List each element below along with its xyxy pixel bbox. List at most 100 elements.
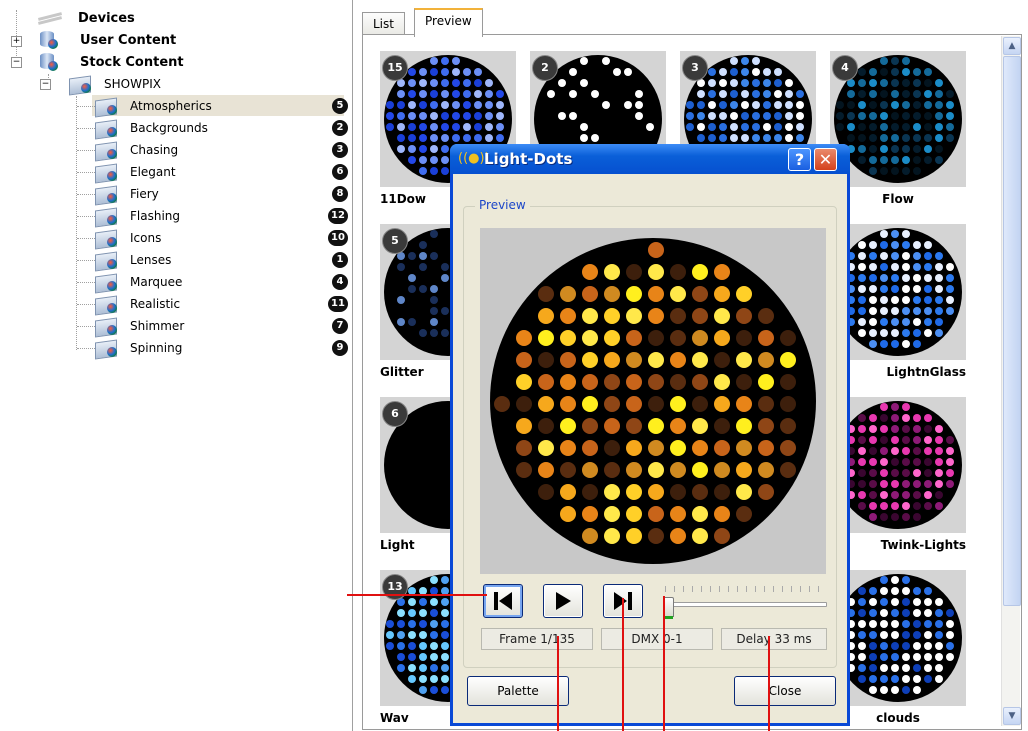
- slider-tick: [728, 586, 729, 592]
- count-badge: 12: [328, 208, 348, 224]
- scroll-up-icon[interactable]: ▲: [1003, 37, 1021, 55]
- tree-node-stock-content[interactable]: Stock Content: [38, 52, 184, 72]
- expand-icon[interactable]: +: [11, 36, 22, 47]
- tree-connector: [77, 282, 95, 283]
- effect-thumbnail[interactable]: 4: [830, 51, 966, 187]
- callout-line: [557, 636, 559, 731]
- slider-tick: [665, 586, 666, 592]
- tree-item[interactable]: Chasing: [94, 140, 178, 162]
- tree-connector: [77, 216, 95, 217]
- library-icon: [94, 272, 120, 294]
- scrollbar-thumb[interactable]: [1003, 56, 1021, 606]
- effect-label: Twink-Lights: [880, 538, 966, 552]
- count-badge: 6: [332, 164, 348, 180]
- first-frame-button[interactable]: [483, 584, 523, 618]
- effect-preview-disc: [834, 228, 962, 356]
- slider-tick: [710, 586, 711, 592]
- callout-line: [622, 598, 624, 731]
- slider-tick: [719, 586, 720, 592]
- callout-line: [768, 636, 770, 731]
- close-icon[interactable]: ✕: [814, 148, 837, 171]
- library-icon: [94, 316, 120, 338]
- effect-preview-disc: [834, 574, 962, 702]
- tree-item[interactable]: Fiery: [94, 184, 159, 206]
- tree-item-label: Backgrounds: [130, 121, 208, 135]
- tree-connector: [77, 150, 95, 151]
- devices-icon: [30, 11, 70, 25]
- tree-item-label: Spinning: [130, 341, 183, 355]
- tree-connector: [77, 106, 95, 107]
- scroll-down-icon[interactable]: ▼: [1003, 707, 1021, 725]
- tree-node-showpix[interactable]: SHOWPIX: [68, 74, 161, 96]
- tab-list[interactable]: List: [362, 12, 405, 35]
- play-button[interactable]: [543, 584, 583, 618]
- tree-connector: [77, 238, 95, 239]
- count-badge: 2: [332, 120, 348, 136]
- effect-number-badge: 5: [382, 228, 408, 254]
- slider-tick: [755, 586, 756, 592]
- tree-item-label: Atmospherics: [130, 99, 212, 113]
- effect-preview-disc: [834, 401, 962, 529]
- tree-item[interactable]: Icons: [94, 228, 162, 250]
- library-icon: [94, 338, 120, 360]
- effect-thumbnail[interactable]: [830, 224, 966, 360]
- tree-connector: [77, 348, 95, 349]
- tree-item-label: Lenses: [130, 253, 172, 267]
- light-dots-dialog: ((●)) Light-Dots ? ✕ Preview Frame 1/135…: [450, 144, 850, 726]
- tree-item[interactable]: Elegant: [94, 162, 176, 184]
- library-icon: [94, 162, 120, 184]
- effect-thumbnail[interactable]: [830, 570, 966, 706]
- effect-number-badge: 4: [832, 55, 858, 81]
- tree-item-label: Shimmer: [130, 319, 185, 333]
- count-badge: 8: [332, 186, 348, 202]
- count-badge: 3: [332, 142, 348, 158]
- database-icon: [38, 30, 60, 50]
- tree-item[interactable]: Spinning: [94, 338, 183, 360]
- frame-status: Frame 1/135: [481, 628, 593, 650]
- tree-item[interactable]: Flashing: [94, 206, 181, 228]
- tab-preview[interactable]: Preview: [414, 8, 483, 37]
- dialog-titlebar[interactable]: ((●)) Light-Dots ? ✕: [450, 144, 850, 174]
- close-button[interactable]: Close: [734, 676, 836, 706]
- frame-slider[interactable]: [665, 602, 827, 607]
- tree-node-devices[interactable]: Devices: [30, 8, 135, 28]
- tree-item[interactable]: Shimmer: [94, 316, 185, 338]
- slider-tick: [773, 586, 774, 592]
- help-button[interactable]: ?: [788, 148, 811, 171]
- vertical-scrollbar[interactable]: ▲ ▼: [1001, 36, 1021, 726]
- count-badge: 11: [328, 296, 348, 312]
- collapse-icon[interactable]: −: [11, 57, 22, 68]
- library-icon: [94, 96, 120, 118]
- tree-connector: [77, 194, 95, 195]
- light-dots-preview: [490, 238, 816, 564]
- tree-node-user-content[interactable]: User Content: [38, 30, 176, 50]
- slider-tick: [809, 586, 810, 592]
- tree-connector: [77, 128, 95, 129]
- tree-item[interactable]: Backgrounds: [94, 118, 208, 140]
- tree-item[interactable]: Realistic: [94, 294, 180, 316]
- tree-item[interactable]: Lenses: [94, 250, 172, 272]
- slider-tick: [791, 586, 792, 592]
- slider-tick: [692, 586, 693, 592]
- effect-number-badge: 15: [382, 55, 408, 81]
- tree-item[interactable]: Atmospherics: [94, 96, 212, 118]
- palette-button[interactable]: Palette: [467, 676, 569, 706]
- content-tree: Devices + User Content − Stock Content −…: [0, 0, 353, 731]
- tree-item-label: Icons: [130, 231, 162, 245]
- dmx-status: DMX 0-1: [601, 628, 713, 650]
- slider-tick: [746, 586, 747, 592]
- tree-connector: [77, 326, 95, 327]
- tree-node-showpix-label: SHOWPIX: [104, 77, 161, 91]
- effect-number-badge: 2: [532, 55, 558, 81]
- tree-connector: [77, 304, 95, 305]
- tree-item-label: Flashing: [130, 209, 181, 223]
- tree-item[interactable]: Marquee: [94, 272, 182, 294]
- effect-number-badge: 13: [382, 574, 408, 600]
- tree-node-stock-content-label: Stock Content: [80, 54, 184, 70]
- effect-thumbnail[interactable]: [830, 397, 966, 533]
- library-icon: [94, 228, 120, 250]
- library-icon: [94, 206, 120, 228]
- tree-node-devices-label: Devices: [78, 10, 135, 26]
- tree-node-user-content-label: User Content: [80, 32, 177, 48]
- collapse-icon[interactable]: −: [40, 79, 51, 90]
